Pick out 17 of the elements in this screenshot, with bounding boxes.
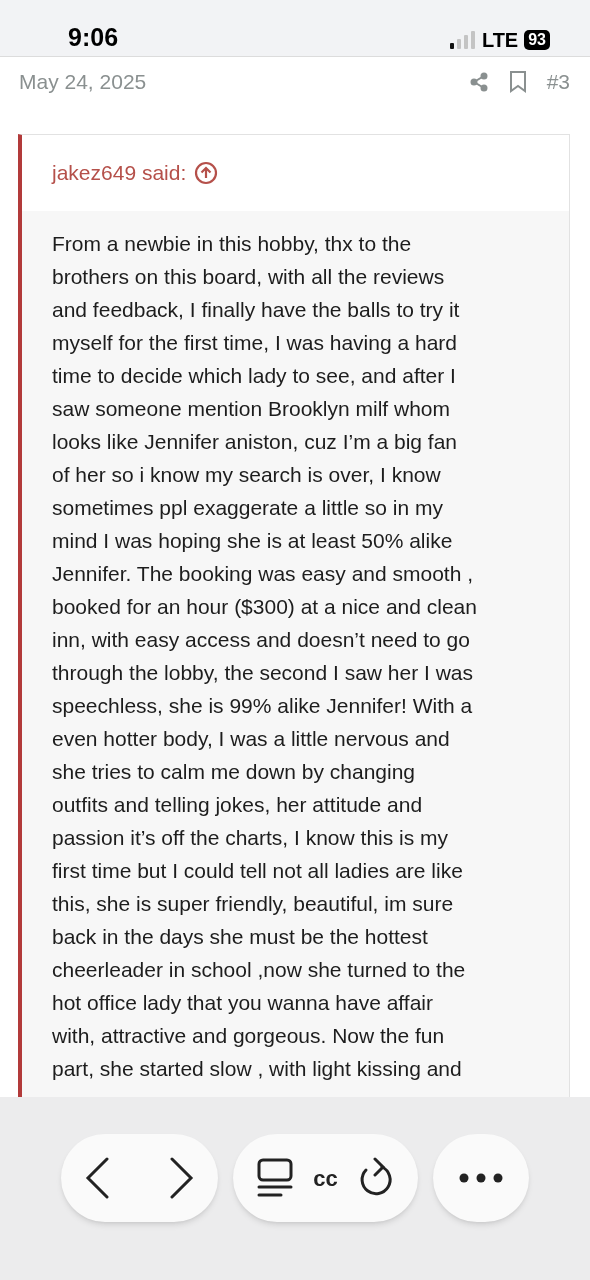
- arrow-up-circle-icon[interactable]: [194, 161, 219, 185]
- post-number[interactable]: #3: [546, 66, 570, 98]
- address-text: cc: [313, 1164, 338, 1193]
- post-date: May 24, 2025: [19, 69, 147, 96]
- reader-icon[interactable]: [257, 1158, 294, 1198]
- status-time: 9:06: [68, 25, 119, 50]
- quote-author[interactable]: jakez649 said:: [52, 157, 187, 189]
- share-icon[interactable]: [468, 72, 489, 92]
- signal-icon: [449, 31, 476, 49]
- forward-icon[interactable]: [168, 1157, 194, 1199]
- network-label: LTE: [481, 30, 519, 50]
- quote-text: From a newbie in this hobby, thx to the brothers on this board, with all the reviews and feedback, I finally have the balls to try it myself for the first time, I was having a hard time to decide which lady to see, and after I saw someone mention Brooklyn milf whom looks like Jennifer aniston, cuz I’m a big fan of her so i know my search is over, I know sometimes ppl exaggerate a little so in my mind I was hoping she is at least 50% alike Jennifer. The booking was easy and smooth , booked for an hour ($300) at a nice and clean inn, with easy access and doesn’t need to go through the lobby, the second I saw her I was speechless, she is 99% alike Jennifer! With a even hotter body, I was a little nervous and she tries to calm me down by changing outfits and telling jokes, her attitude and passion it’s off the charts, I know this is my first time but I could tell not all ladies are like this, she is super friendly, beautiful, im sure back in the days she must be the hottest cheerleader in school ,now she turned to the hot office lady that you wanna have affair with, attractive and gorgeous. Now the fun part, she started slow , with light kissing and: [52, 231, 478, 1082]
- more-icon[interactable]: [459, 1173, 503, 1183]
- address-pill[interactable]: cc: [233, 1134, 418, 1222]
- back-icon[interactable]: [85, 1157, 111, 1199]
- bookmark-icon[interactable]: [508, 71, 527, 93]
- battery-icon: 93: [524, 30, 550, 50]
